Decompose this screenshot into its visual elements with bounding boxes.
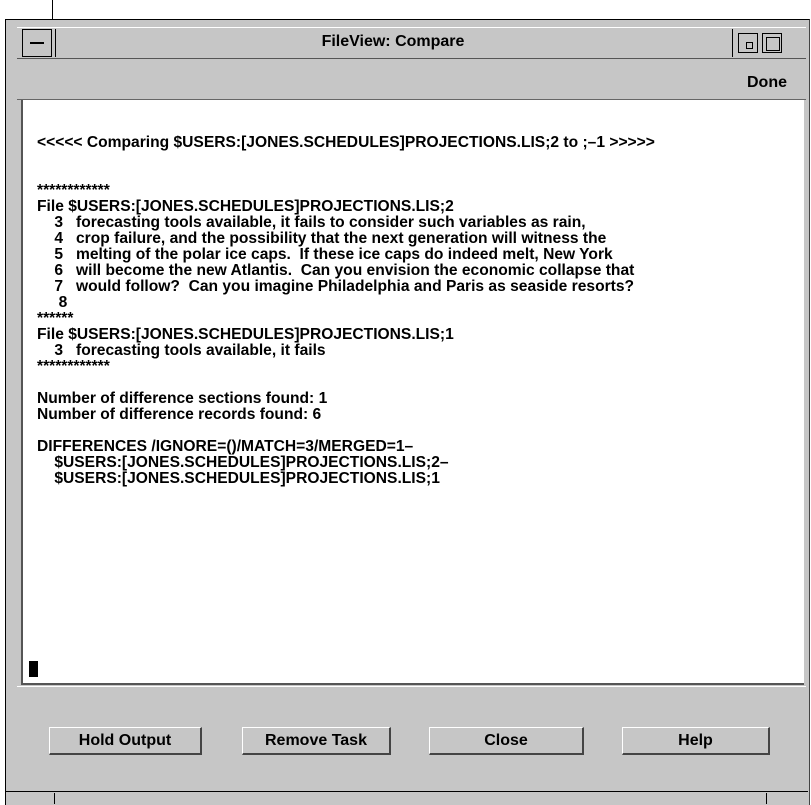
- output-line: 5 melting of the polar ice caps. If thes…: [37, 246, 613, 263]
- help-button[interactable]: Help: [622, 727, 770, 755]
- output-line: ************: [37, 182, 110, 199]
- output-line: $USERS:[JONES.SCHEDULES]PROJECTIONS.LIS;…: [37, 454, 449, 471]
- output-line: 3 forecasting tools available, it fails: [37, 342, 326, 359]
- title-separator: [55, 29, 56, 57]
- hold-output-button[interactable]: Hold Output: [49, 727, 202, 755]
- output-line: DIFFERENCES /IGNORE=()/MATCH=3/MERGED=1–: [37, 438, 414, 455]
- remove-task-button[interactable]: Remove Task: [242, 727, 391, 755]
- minimize-icon[interactable]: [738, 33, 758, 53]
- output-line: File $USERS:[JONES.SCHEDULES]PROJECTIONS…: [37, 326, 454, 343]
- output-line: <<<<< Comparing $USERS:[JONES.SCHEDULES]…: [37, 134, 655, 151]
- output-line: ******: [37, 310, 74, 327]
- done-button[interactable]: Done: [747, 73, 787, 93]
- toolbar: [17, 60, 806, 100]
- output-line: Number of difference sections found: 1: [37, 390, 328, 407]
- window-title: FileView: Compare: [321, 33, 465, 50]
- frame-corner-mark: [766, 792, 767, 804]
- frame-bottom-edge: [5, 791, 808, 792]
- text-cursor: [29, 661, 38, 677]
- frame-corner-mark: [52, 0, 53, 20]
- output-line: 7 would follow? Can you imagine Philadel…: [37, 278, 635, 295]
- output-line: Number of difference records found: 6: [37, 406, 322, 423]
- output-line: $USERS:[JONES.SCHEDULES]PROJECTIONS.LIS;…: [37, 470, 440, 487]
- frame-corner-mark: [54, 792, 55, 804]
- output-line: 6 will become the new Atlantis. Can you …: [37, 262, 635, 279]
- output-line: 3 forecasting tools available, it fails …: [37, 214, 586, 231]
- title-separator: [732, 29, 733, 57]
- output-line: ************: [37, 358, 110, 375]
- close-button[interactable]: Close: [429, 727, 584, 755]
- window-menu-icon[interactable]: [22, 29, 52, 57]
- maximize-icon[interactable]: [762, 33, 782, 53]
- output-pane[interactable]: <<<<< Comparing $USERS:[JONES.SCHEDULES]…: [21, 100, 804, 685]
- output-line: File $USERS:[JONES.SCHEDULES]PROJECTIONS…: [37, 198, 454, 215]
- output-line: 4 crop failure, and the possibility that…: [37, 230, 607, 247]
- comparison-output-text: <<<<< Comparing $USERS:[JONES.SCHEDULES]…: [37, 135, 655, 487]
- output-line: 8: [37, 294, 68, 311]
